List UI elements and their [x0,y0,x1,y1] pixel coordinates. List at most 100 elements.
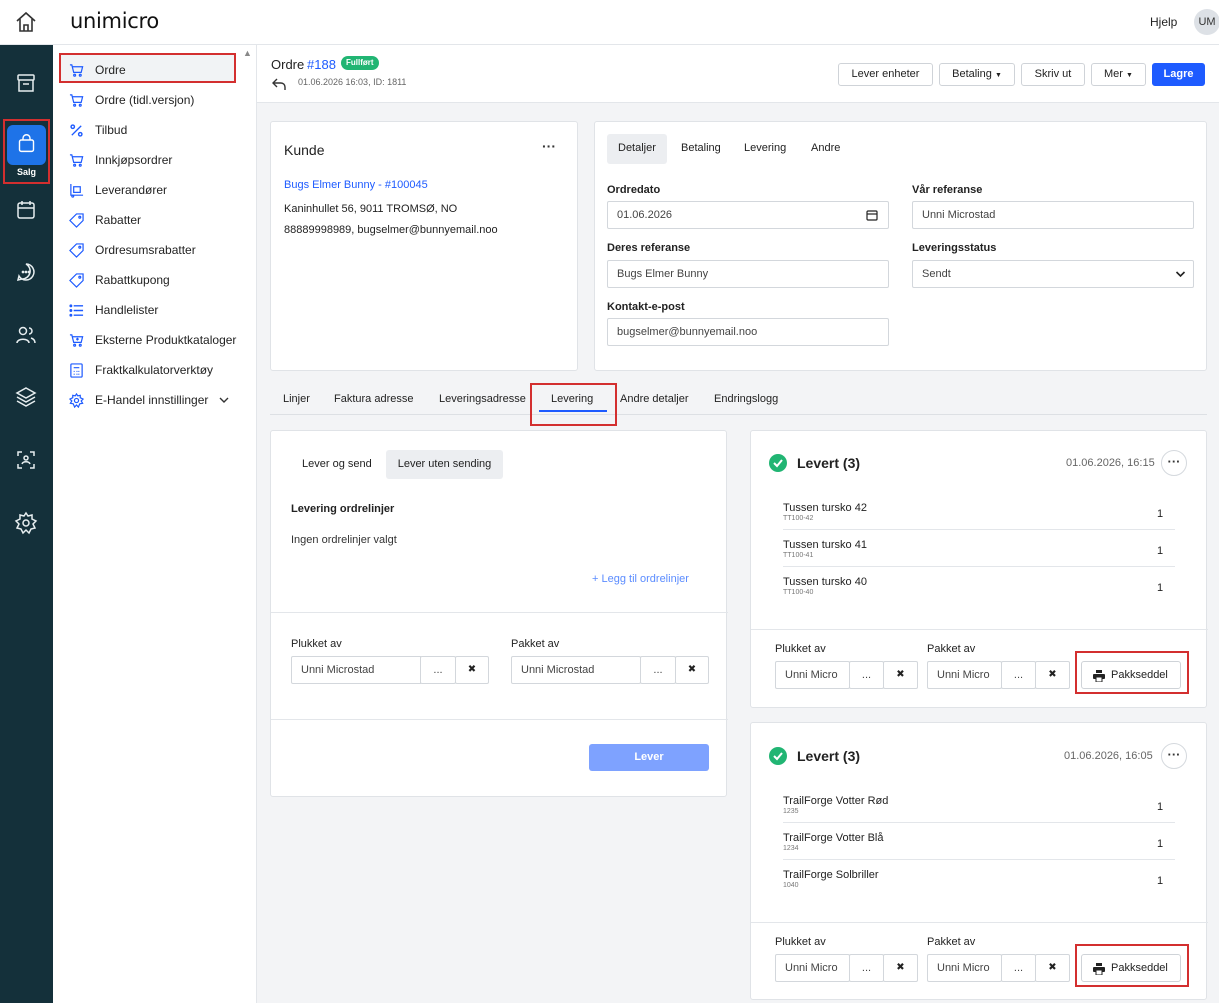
archive-icon[interactable] [14,71,38,95]
sidebar-item-rabattkupong[interactable]: Rabattkupong [53,265,253,295]
more-options-icon[interactable]: ··· [542,138,556,154]
pakket-av-lookup-button[interactable]: ... [1001,954,1036,982]
pakket-av-lookup-button[interactable]: ... [1001,661,1036,689]
sidebar-item-rabatter[interactable]: Rabatter [53,205,253,235]
plukket-av-lookup-button[interactable]: ... [849,661,884,689]
item-sku: TT100-42 [783,515,814,522]
sidebar-item-ordre[interactable]: Ordre [53,55,253,85]
help-link[interactable]: Hjelp [1150,15,1177,29]
scan-icon[interactable] [14,448,38,472]
sidebar-item-label: E-Handel innstillinger [95,393,209,407]
pakket-av-field[interactable]: Unni Microstad [511,656,641,684]
users-icon[interactable] [14,323,38,347]
percent-icon [70,124,83,137]
plukket-av-field[interactable]: Unni Microstad [291,656,421,684]
customer-name-link[interactable]: Bugs Elmer Bunny - #100045 [284,179,428,191]
leveringsstatus-value: Sendt [922,268,951,280]
item-name: TrailForge Votter Blå [783,832,884,844]
back-arrow-icon[interactable] [271,77,287,91]
check-circle-icon [769,454,787,472]
scroll-up-arrow[interactable]: ▲ [243,48,252,58]
deres-referanse-label: Deres referanse [607,242,691,254]
more-options-icon[interactable]: ··· [1161,450,1187,476]
sidebar-item-label: Rabattkupong [95,273,170,287]
sidebar-item-innkjopsordrer[interactable]: Innkjøpsordrer [53,145,253,175]
var-referanse-field[interactable]: Unni Microstad [912,201,1194,229]
chat-icon[interactable] [14,260,38,284]
sidebar-item-label: Fraktkalkulatorverktøy [95,363,214,377]
tab-leveringsadresse[interactable]: Leveringsadresse [439,393,526,405]
pakket-av-clear-button[interactable]: ✖ [1035,661,1070,689]
app-logo[interactable]: unimicro [70,9,159,33]
mer-dropdown-button[interactable]: Mer ▼ [1091,63,1146,86]
tab-endringslogg[interactable]: Endringslogg [714,393,778,405]
divider [751,629,1208,630]
pakket-av-field[interactable]: Unni Micro [927,954,1002,982]
sidebar-item-fraktkalkulatorverktoy[interactable]: Fraktkalkulatorverktøy [53,355,253,385]
plukket-av-label: Plukket av [291,638,342,650]
sidebar-item-ordre-tidl[interactable]: Ordre (tidl.versjon) [53,85,253,115]
sidebar-item-label: Tilbud [95,123,128,137]
ordredato-field[interactable]: 01.06.2026 [607,201,889,229]
more-options-icon[interactable]: ··· [1161,743,1187,769]
tab-andre[interactable]: Andre [811,142,840,154]
skriv-ut-button[interactable]: Skriv ut [1021,63,1085,86]
sidebar: Ordre Ordre (tidl.versjon) Tilbud Innkjø… [53,45,257,1003]
tab-linjer[interactable]: Linjer [283,393,310,405]
details-card: Detaljer Betaling Levering Andre Ordreda… [594,121,1207,371]
order-number-link[interactable]: #188 [307,57,336,72]
sidebar-item-label: Ordre [95,63,126,77]
plukket-av-field[interactable]: Unni Micro [775,661,850,689]
deres-referanse-field[interactable]: Bugs Elmer Bunny [607,260,889,288]
sidebar-item-handlelister[interactable]: Handlelister [53,295,253,325]
lever-og-send-toggle[interactable]: Lever og send [302,458,372,470]
divider [783,566,1175,567]
pakket-av-lookup-button[interactable]: ... [640,656,676,684]
plukket-av-lookup-button[interactable]: ... [849,954,884,982]
cart-plus-icon [69,334,84,347]
lever-uten-sending-toggle[interactable]: Lever uten sending [386,450,503,479]
plukket-av-lookup-button[interactable]: ... [420,656,456,684]
customer-contact: 88889998989, bugselmer@bunnyemail.noo [284,224,498,236]
add-order-lines-link[interactable]: + Legg til ordrelinjer [592,573,689,585]
cart-icon [69,64,84,77]
tab-faktura-adresse[interactable]: Faktura adresse [334,393,413,405]
sidebar-item-tilbud[interactable]: Tilbud [53,115,253,145]
home-icon[interactable] [14,10,38,34]
tab-betaling[interactable]: Betaling [681,142,721,154]
empty-state-text: Ingen ordrelinjer valgt [291,534,397,546]
chevron-down-icon[interactable] [219,396,229,404]
plukket-av-clear-button[interactable]: ✖ [883,954,918,982]
ordredato-label: Ordredato [607,184,661,196]
lagre-button[interactable]: Lagre [1152,63,1205,86]
tab-detaljer[interactable]: Detaljer [618,142,656,154]
sidebar-item-eksterne-produktkataloger[interactable]: Eksterne Produktkataloger [53,325,253,355]
betaling-dropdown-button[interactable]: Betaling ▼ [939,63,1015,86]
sidebar-item-ehandel-innstillinger[interactable]: E-Handel innstillinger [53,385,253,415]
tab-levering[interactable]: Levering [744,142,786,154]
pakket-av-clear-button[interactable]: ✖ [675,656,709,684]
plukket-av-field[interactable]: Unni Micro [775,954,850,982]
avatar[interactable]: UM [1194,9,1219,35]
divider [783,822,1175,823]
kontakt-epost-field[interactable]: bugselmer@bunnyemail.noo [607,318,889,346]
lever-enheter-button[interactable]: Lever enheter [838,63,933,86]
pakket-av-label: Pakket av [511,638,560,650]
settings-icon[interactable] [14,511,38,535]
kunde-title: Kunde [284,142,325,158]
tab-andre-detaljer[interactable]: Andre detaljer [620,393,689,405]
layers-icon[interactable] [14,385,38,409]
sidebar-item-ordresumsrabatter[interactable]: Ordresumsrabatter [53,235,253,265]
plukket-av-clear-button[interactable]: ✖ [883,661,918,689]
leveringsstatus-select[interactable]: Sendt [912,260,1194,288]
pakket-av-field[interactable]: Unni Micro [927,661,1002,689]
pakket-av-clear-button[interactable]: ✖ [1035,954,1070,982]
divider [783,859,1175,860]
gear-icon [69,393,84,408]
lever-button[interactable]: Lever [589,744,709,771]
sidebar-item-leverandorer[interactable]: Leverandører [53,175,253,205]
plukket-av-clear-button[interactable]: ✖ [455,656,489,684]
calendar-icon[interactable] [866,209,878,221]
calendar-icon[interactable] [14,198,38,222]
item-qty: 1 [1157,508,1164,520]
